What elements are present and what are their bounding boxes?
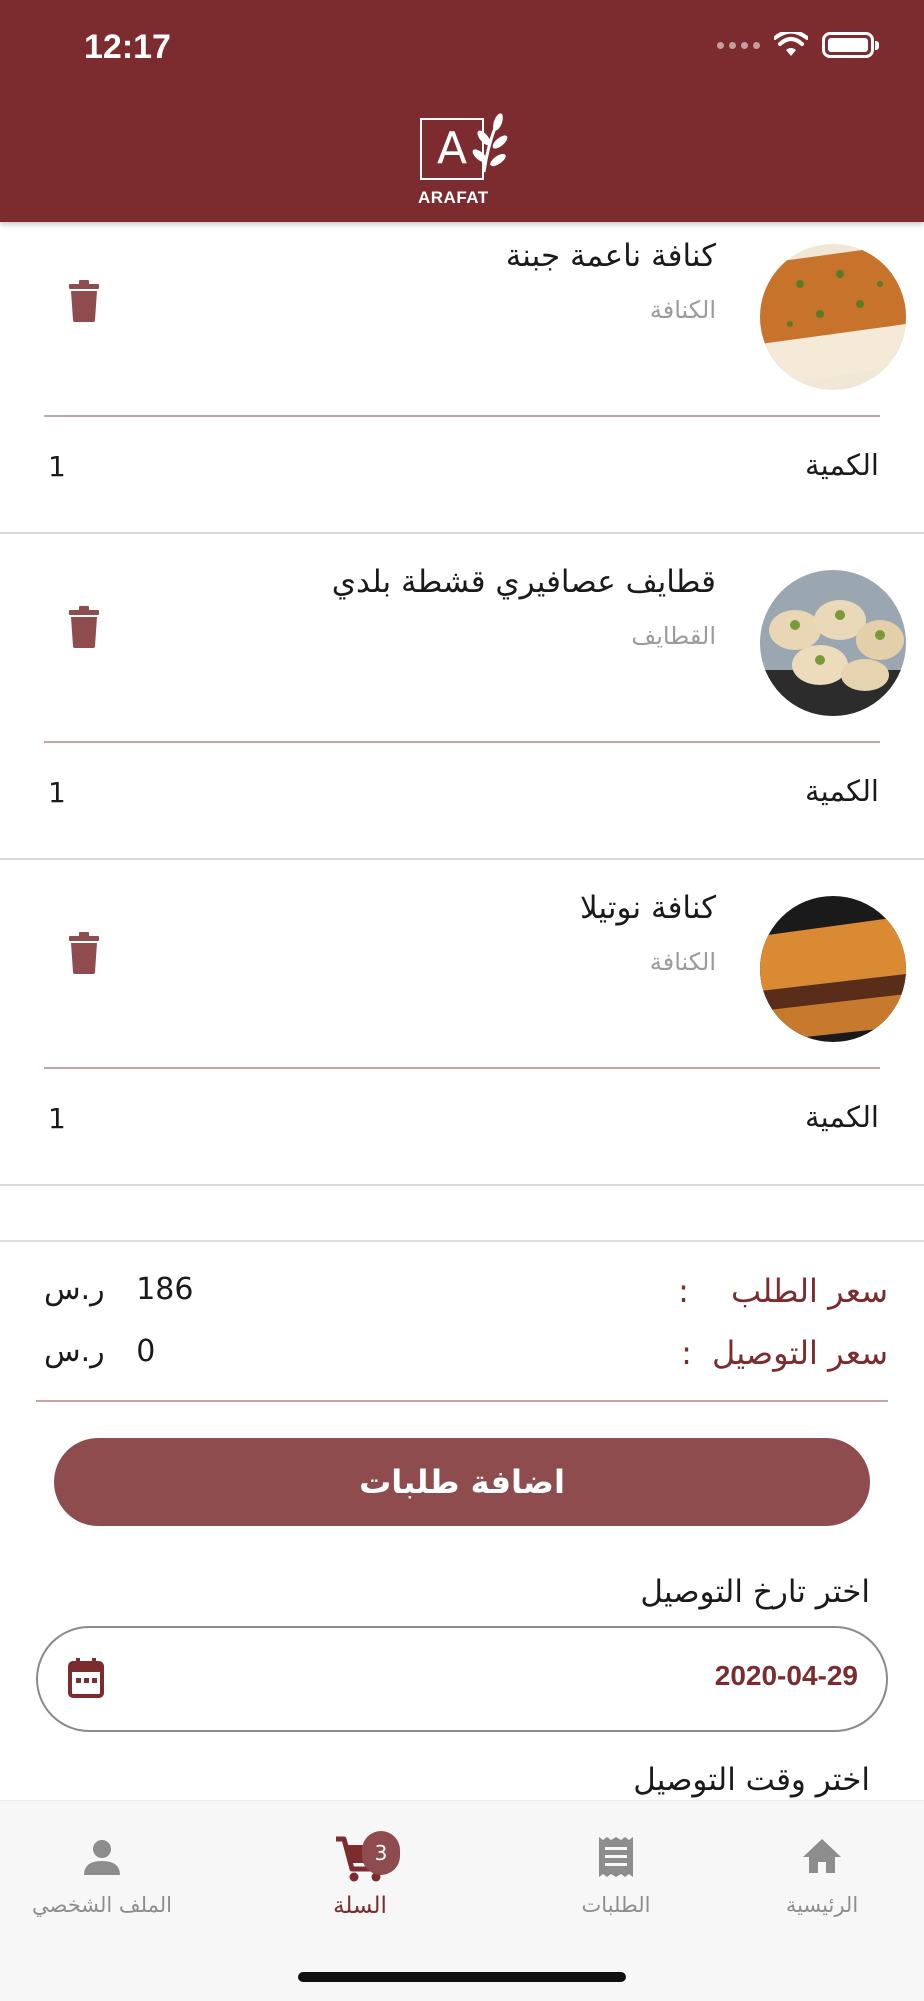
quantity-label: الكمية [805, 774, 879, 808]
currency-label: ر.س [44, 1272, 105, 1307]
order-price-label: سعر الطلب : [678, 1272, 888, 1310]
add-orders-button[interactable]: اضافة طلبات [54, 1438, 870, 1526]
tab-profile[interactable]: الملف الشخصي [2, 1827, 202, 1917]
quantity-value: 1 [48, 1102, 66, 1135]
tab-home[interactable]: الرئيسية [722, 1827, 922, 1917]
trash-icon[interactable] [68, 932, 100, 974]
order-price-colon: : [678, 1272, 689, 1310]
order-price-row: سعر الطلب : 186 ر.س [0, 1272, 924, 1322]
product-category: الكنافة [649, 948, 716, 976]
delivery-price-row: سعر التوصيل : 0 ر.س [0, 1334, 924, 1384]
product-image [760, 244, 906, 390]
item-divider [44, 1067, 880, 1069]
product-name: كنافة ناعمة جبنة [505, 238, 716, 274]
product-category: القطايف [631, 622, 716, 650]
home-indicator [298, 1972, 626, 1982]
quantity-value: 1 [48, 776, 66, 809]
trash-icon[interactable] [68, 606, 100, 648]
order-price-amount: 186 [136, 1272, 194, 1307]
tab-cart-label: السلة [333, 1893, 387, 1919]
order-price-value: 186 ر.س [44, 1272, 193, 1307]
quantity-label: الكمية [805, 448, 879, 482]
delivery-price-value: 0 ر.س [44, 1334, 155, 1369]
order-price-text: سعر الطلب [731, 1272, 888, 1310]
delivery-time-label: اختر وقت التوصيل [633, 1762, 870, 1798]
item-divider [44, 415, 880, 417]
app-header: 12:17 A ARAFAT [0, 0, 924, 222]
item-divider [44, 741, 880, 743]
tab-profile-label: الملف الشخصي [32, 1893, 172, 1917]
leaf-icon [472, 113, 508, 173]
product-name: قطايف عصافيري قشطة بلدي [331, 564, 716, 600]
wifi-icon [774, 32, 808, 56]
logo-text: ARAFAT [418, 188, 489, 207]
tab-cart[interactable]: السلة [260, 1827, 460, 1919]
product-image [760, 570, 906, 716]
tab-orders-label: الطلبات [581, 1893, 651, 1917]
delivery-price-label: سعر التوصيل : [681, 1334, 888, 1372]
home-icon [803, 1839, 841, 1873]
trash-icon[interactable] [68, 280, 100, 322]
tab-home-label: الرئيسية [785, 1893, 859, 1917]
delivery-price-text: سعر التوصيل [712, 1334, 888, 1372]
tab-orders[interactable]: الطلبات [516, 1827, 716, 1917]
section-divider [0, 1240, 924, 1242]
product-image [760, 896, 906, 1042]
cart-item[interactable]: كنافة نوتيلا الكنافة الكمية 1 [0, 860, 924, 1186]
profile-icon [84, 1840, 120, 1875]
cart-item[interactable]: كنافة ناعمة جبنة الكنافة الكمية 1 [0, 208, 924, 534]
orders-icon [599, 1837, 633, 1877]
calendar-icon[interactable] [68, 1658, 104, 1698]
currency-label: ر.س [44, 1334, 105, 1369]
status-icons [717, 32, 879, 58]
product-name: كنافة نوتيلا [580, 890, 716, 926]
signal-icon [717, 41, 760, 49]
cart-count-badge: 3 [362, 1831, 400, 1875]
delivery-date-value: 2020-04-29 [714, 1660, 858, 1691]
delivery-date-label: اختر تارخ التوصيل [640, 1574, 870, 1610]
delivery-price-colon: : [681, 1334, 692, 1372]
product-category: الكنافة [649, 296, 716, 324]
delivery-date-field[interactable]: 2020-04-29 [36, 1626, 888, 1732]
quantity-value: 1 [48, 450, 66, 483]
battery-icon [822, 32, 879, 58]
status-time: 12:17 [84, 28, 171, 66]
quantity-label: الكمية [805, 1100, 879, 1134]
app-logo: A ARAFAT [418, 112, 510, 208]
bottom-tab-bar: الرئيسية الطلبات السلة 3 الملف الشخصي [0, 1800, 924, 2001]
delivery-price-amount: 0 [136, 1334, 156, 1369]
cart-item[interactable]: قطايف عصافيري قشطة بلدي القطايف الكمية 1 [0, 534, 924, 860]
totals-divider [36, 1400, 888, 1402]
